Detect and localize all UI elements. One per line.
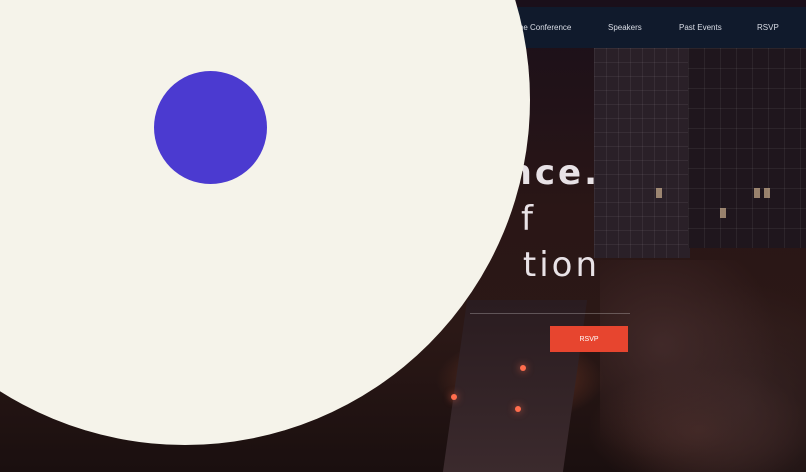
page: The Conference Speakers Past Events RSVP… xyxy=(0,0,806,472)
rsvp-button[interactable]: RSVP xyxy=(550,326,628,352)
lit-window xyxy=(656,188,662,198)
building xyxy=(594,48,690,258)
blue-dot xyxy=(154,71,267,184)
lit-window xyxy=(720,208,726,218)
car-light xyxy=(520,365,526,371)
divider xyxy=(470,313,630,314)
building-windows xyxy=(688,48,806,248)
trees xyxy=(600,260,806,472)
lit-window xyxy=(754,188,760,198)
nav-link-rsvp[interactable]: RSVP xyxy=(757,7,779,48)
car-light xyxy=(515,406,521,412)
traffic-light xyxy=(451,394,457,400)
lit-window xyxy=(764,188,770,198)
nav-link-past-events[interactable]: Past Events xyxy=(679,7,722,48)
building xyxy=(688,48,806,248)
building-windows xyxy=(594,48,690,258)
nav-link-speakers[interactable]: Speakers xyxy=(608,7,642,48)
